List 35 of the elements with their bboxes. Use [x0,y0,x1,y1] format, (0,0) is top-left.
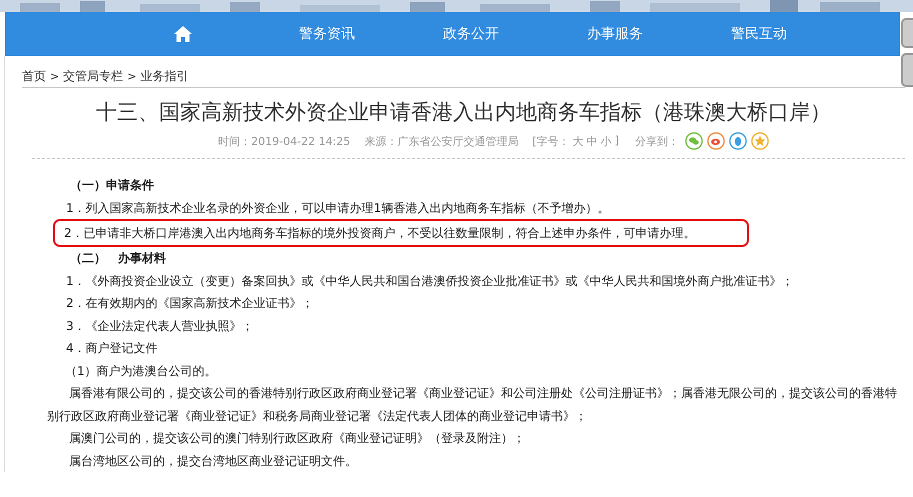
paragraph: 属台湾地区公司的，提交台湾地区商业登记证明文件。 [68,452,358,470]
eye-icon[interactable] [706,132,725,150]
publish-time: 时间：2019-04-22 14:25 [218,134,350,148]
paragraph: 4．商户登记文件 [65,340,159,357]
paragraph: 1．《外商投资企业设立（变更）备案回执》或《中华人民共和国台港澳侨投资企业批准证书》或《中华人民共和国境外商户批准证书》； [65,272,795,290]
paragraph: 属澳门公司的，提交该公司的澳门特别行政区政府《商业登记证明》（登录及附注）； [68,430,526,447]
breadcrumb-separator: > [50,70,60,82]
font-size-link[interactable]: 中 [586,134,598,148]
home-icon[interactable] [173,25,193,43]
paragraph: 1．列入国家高新技术企业名录的外资企业，可以申请办理1辆香港入出内地商务车指标（不予增办）。 [65,200,610,216]
breadcrumb-link[interactable]: 交管局专栏 [63,68,124,84]
breadcrumb-link[interactable]: 首页 [22,68,46,84]
side-tab[interactable] [901,18,913,48]
paragraph: 2．在有效期内的《国家高新技术企业证书》； [65,295,315,312]
source-text: 来源：广东省公安厅交通管理局 [364,134,518,148]
paragraph: （1）商户为港澳台公司的。 [64,362,218,380]
article-title: 十三、国家高新技术外资企业申请香港入出内地商务车指标（港珠澳大桥口岸） [95,99,832,126]
section-heading: （一）申请条件 [69,177,155,194]
share-label: 分享到： [634,134,679,148]
penguin-icon[interactable] [728,132,747,150]
font-size-link[interactable]: 小 [600,134,612,148]
breadcrumb-link[interactable]: 业务指引 [140,68,188,84]
chat-bubble-icon[interactable] [684,132,703,150]
font-size-label: [字号： [532,134,570,148]
paragraph: 3．《企业法定代表人营业执照》； [65,318,255,334]
side-tab[interactable] [901,53,913,87]
breadcrumb-separator: > [127,70,136,82]
paragraph: 属香港有限公司的，提交该公司的香港特别行政区政府商业登记署《商业登记证》和公司注册处《公司注册证书》；属香港无限公司的，提交该公司的香港特别行政区政府商业登记署《商业登记证》和税务局商业登记署《法定代表人团体的商业登记申请书》； [46,385,898,424]
nav-link[interactable]: 警务资讯 [299,25,355,43]
section-heading: （二） 办事材料 [69,250,167,267]
font-size-link[interactable]: 大 [572,134,584,148]
font-size-bracket: ] [614,134,619,148]
nav-link[interactable]: 办事服务 [587,25,643,43]
nav-link[interactable]: 警民互动 [731,25,787,43]
nav-link[interactable]: 政务公开 [443,25,499,43]
